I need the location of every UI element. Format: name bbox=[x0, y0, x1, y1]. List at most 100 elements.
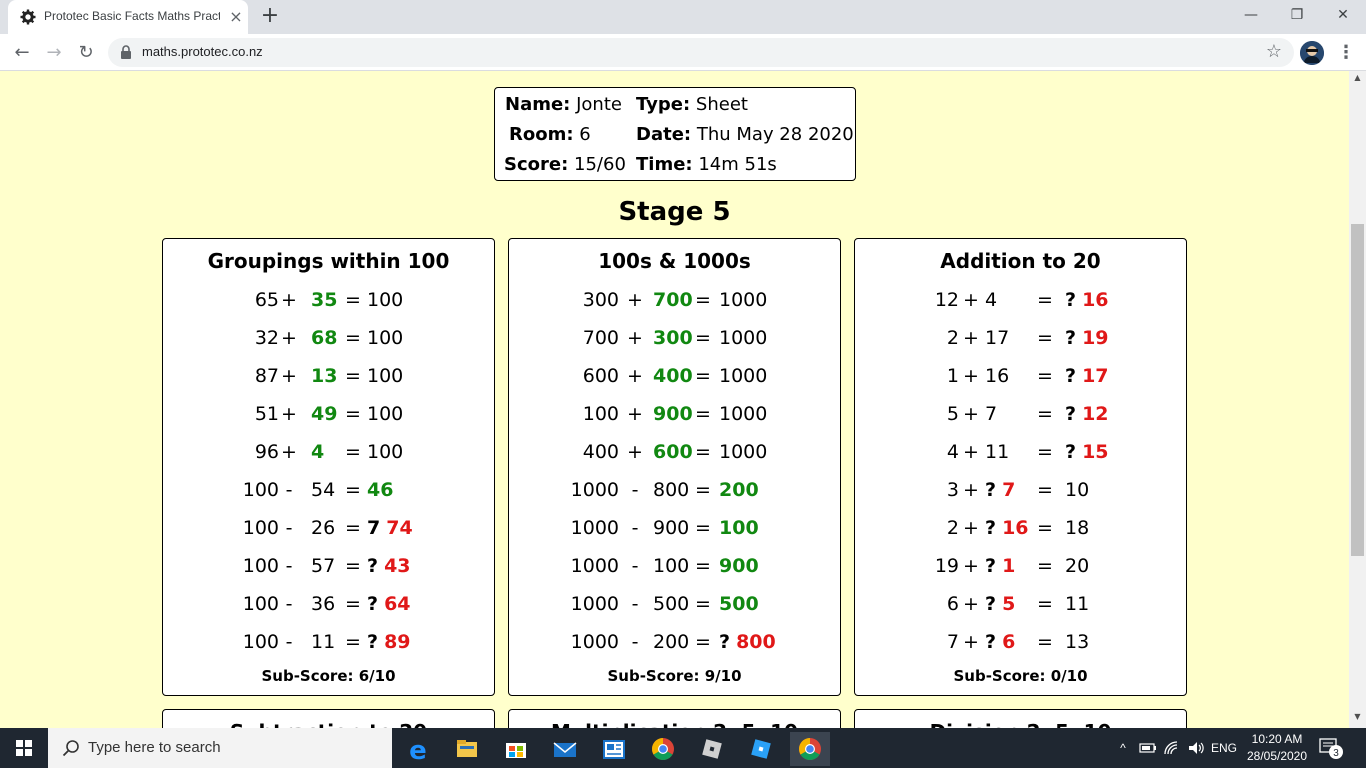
start-button[interactable] bbox=[0, 728, 48, 768]
equals-sign: = bbox=[345, 441, 361, 463]
chrome-icon[interactable] bbox=[643, 732, 683, 766]
equals-sign: = bbox=[1037, 517, 1053, 539]
operator: - bbox=[631, 479, 639, 501]
equals-sign: = bbox=[695, 289, 711, 311]
equals-sign: = bbox=[695, 403, 711, 425]
svg-text:e: e bbox=[409, 736, 427, 766]
operand-b-value: 35 bbox=[311, 289, 338, 311]
notification-center-icon[interactable]: 3 bbox=[1318, 736, 1344, 760]
operand-b-value: 600 bbox=[653, 441, 693, 463]
back-arrow-icon[interactable]: ← bbox=[8, 39, 36, 67]
operand-b-value: 400 bbox=[653, 365, 693, 387]
operand-a: 100 bbox=[582, 403, 619, 425]
equals-sign: = bbox=[695, 555, 711, 577]
result: 200 bbox=[719, 479, 809, 501]
equation-row: 1000-200 =? 800 bbox=[509, 631, 840, 661]
name-value: Jonte bbox=[576, 94, 622, 115]
result: 100 bbox=[367, 327, 457, 349]
operator: + bbox=[963, 327, 979, 349]
equals-sign: = bbox=[345, 555, 361, 577]
result-value: 19 bbox=[1082, 327, 1109, 349]
tab-close-icon[interactable]: × bbox=[226, 7, 246, 27]
result-value: 89 bbox=[384, 631, 411, 653]
operand-b-value: 300 bbox=[653, 327, 693, 349]
language-indicator[interactable]: ENG bbox=[1208, 728, 1240, 768]
operator: + bbox=[281, 289, 297, 311]
result: 1000 bbox=[719, 403, 809, 425]
roblox-icon[interactable] bbox=[692, 732, 732, 766]
mail-icon[interactable] bbox=[545, 732, 585, 766]
equation-row: 100-26 = 7 74 bbox=[163, 517, 494, 547]
profile-avatar[interactable] bbox=[1300, 41, 1324, 65]
equals-sign: = bbox=[695, 365, 711, 387]
equation-row: 6 +? 5 = 11 bbox=[855, 593, 1186, 623]
reload-icon[interactable]: ↻ bbox=[72, 39, 100, 67]
maximize-button[interactable]: ❐ bbox=[1274, 0, 1320, 30]
close-window-button[interactable]: ✕ bbox=[1320, 0, 1366, 30]
url-text: maths.prototec.co.nz bbox=[142, 44, 263, 59]
question-mark: ? bbox=[1065, 289, 1077, 311]
date-label: Date: bbox=[636, 124, 692, 145]
equation-row: 100-57 =? 43 bbox=[163, 555, 494, 585]
taskbar-clock[interactable]: 10:20 AM 28/05/2020 bbox=[1242, 731, 1312, 765]
equation-row: 1 +16 =? 17 bbox=[855, 365, 1186, 395]
operator: + bbox=[963, 479, 979, 501]
score-label: Score: bbox=[504, 154, 569, 175]
equals-sign: = bbox=[695, 441, 711, 463]
roblox-studio-icon[interactable] bbox=[741, 732, 781, 766]
operand-b-value: 6 bbox=[1002, 631, 1016, 653]
news-icon[interactable] bbox=[594, 732, 634, 766]
address-bar[interactable]: maths.prototec.co.nz ☆ bbox=[108, 38, 1294, 67]
file-explorer-icon[interactable] bbox=[447, 732, 487, 766]
scroll-down-arrow-icon[interactable]: ▼ bbox=[1349, 712, 1366, 726]
page-scrollbar[interactable]: ▲ ▼ bbox=[1349, 71, 1366, 728]
result: 7 74 bbox=[367, 517, 457, 539]
result-value: 15 bbox=[1082, 441, 1109, 463]
equals-sign: = bbox=[345, 479, 361, 501]
taskbar-search[interactable]: Type here to search bbox=[48, 728, 392, 768]
tray-chevron-icon[interactable]: ^ bbox=[1114, 728, 1132, 768]
result-value: 200 bbox=[719, 479, 759, 501]
result: ? 64 bbox=[367, 593, 457, 615]
operand-a: 700 bbox=[582, 327, 619, 349]
battery-icon[interactable] bbox=[1138, 740, 1158, 756]
equation-row: 5 +7 =? 12 bbox=[855, 403, 1186, 433]
result-value: 16 bbox=[1082, 289, 1109, 311]
chrome-active-icon[interactable] bbox=[790, 732, 830, 766]
browser-menu-icon[interactable]: ⋮ bbox=[1336, 40, 1356, 66]
browser-tab[interactable]: Prototec Basic Facts Maths Practi × bbox=[8, 0, 248, 34]
operand-b-value: 36 bbox=[311, 593, 336, 615]
operand-b-value: 26 bbox=[311, 517, 336, 539]
equation-row: 100 +900 = 1000 bbox=[509, 403, 840, 433]
minimize-button[interactable]: — bbox=[1228, 0, 1274, 30]
equals-sign: = bbox=[1037, 441, 1053, 463]
result-card: Groupings within 100 65 +35 = 100 32 +68 = 100 87… bbox=[162, 238, 495, 696]
equation-row: 300 +700 = 1000 bbox=[509, 289, 840, 319]
equation-row: 19 +? 1 = 20 bbox=[855, 555, 1186, 585]
wifi-icon[interactable] bbox=[1162, 739, 1182, 757]
operand-a: 100 bbox=[242, 593, 279, 615]
card-title: Multiplication 2, 5, 10 bbox=[509, 720, 840, 728]
equals-sign: = bbox=[1037, 593, 1053, 615]
result: 100 bbox=[367, 365, 457, 387]
operand-b-value: 11 bbox=[311, 631, 336, 653]
equation-row: 600 +400 = 1000 bbox=[509, 365, 840, 395]
browser-toolbar: ← → ↻ maths.prototec.co.nz ☆ ⋮ bbox=[0, 34, 1366, 71]
operator: + bbox=[963, 365, 979, 387]
new-tab-button[interactable]: + bbox=[258, 5, 282, 29]
time-value: 14m 51s bbox=[698, 154, 777, 175]
store-icon[interactable] bbox=[496, 732, 536, 766]
name-row: Name: Jonte bbox=[505, 94, 622, 115]
scroll-up-arrow-icon[interactable]: ▲ bbox=[1349, 73, 1366, 87]
equals-sign: = bbox=[695, 327, 711, 349]
edge-icon[interactable]: e bbox=[398, 732, 438, 766]
time-row: Time: 14m 51s bbox=[636, 154, 777, 175]
result-value: 17 bbox=[1082, 365, 1109, 387]
volume-icon[interactable] bbox=[1186, 739, 1206, 757]
equals-sign: = bbox=[1037, 403, 1053, 425]
result: ? 89 bbox=[367, 631, 457, 653]
equals-sign: = bbox=[1037, 479, 1053, 501]
bookmark-star-icon[interactable]: ☆ bbox=[1266, 41, 1282, 62]
scroll-thumb[interactable] bbox=[1351, 224, 1364, 556]
forward-arrow-icon[interactable]: → bbox=[40, 39, 68, 67]
